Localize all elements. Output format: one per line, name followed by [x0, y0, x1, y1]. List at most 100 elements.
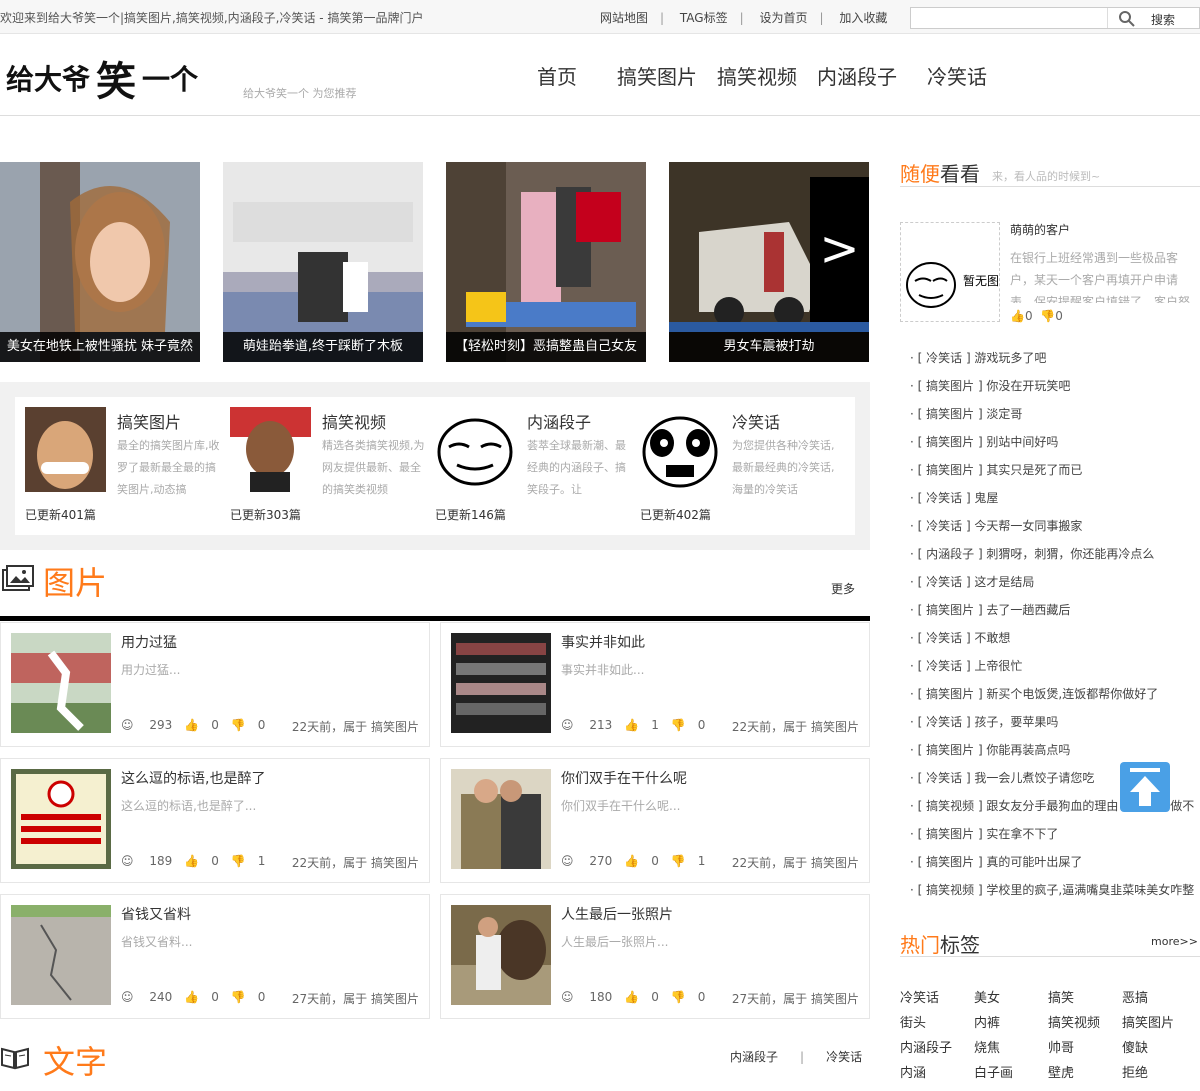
tag[interactable]: 拒绝	[1122, 1062, 1148, 1081]
list-item[interactable]: · [ 冷笑话 ] 不敢想	[910, 629, 1200, 657]
like-count: 0	[211, 990, 219, 1004]
search-button[interactable]: 搜索	[1151, 11, 1175, 28]
item-thumbnail	[451, 905, 551, 1005]
tag[interactable]: 内涵段子	[900, 1037, 952, 1056]
like-icon[interactable]: 👍	[624, 990, 639, 1004]
picture-more-link[interactable]: 更多	[831, 580, 855, 597]
list-item[interactable]: · [ 内涵段子 ] 刺猬呀，刺猬，你还能再冷点么	[910, 545, 1200, 573]
text-link-jokes[interactable]: 内涵段子	[730, 1050, 778, 1064]
like-icon[interactable]: 👍	[1010, 309, 1025, 323]
list-item[interactable]: · [ 搞笑图片 ] 淡定哥	[910, 405, 1200, 433]
tag[interactable]: 烧焦	[974, 1037, 1000, 1056]
nav-jokes[interactable]: 内涵段子	[817, 65, 897, 89]
like-icon[interactable]: 👍	[624, 854, 639, 868]
search-input[interactable]	[911, 8, 1108, 28]
slide-caption: 【轻松时刻】恶搞整蛊自己女友	[446, 332, 646, 362]
list-item[interactable]: · [ 冷笑话 ] 上帝很忙	[910, 657, 1200, 685]
eye-icon: ☺	[121, 854, 134, 868]
tag[interactable]: 壁虎	[1048, 1062, 1074, 1081]
list-item[interactable]: · [ 搞笑图片 ] 你没在开玩笑吧	[910, 377, 1200, 405]
category-funny-videos[interactable]: 搞笑视频 精选各类搞笑视频,为网友提供最新、最全的搞笑类视频 已更新303篇	[220, 407, 425, 527]
dislike-icon[interactable]: 👎	[671, 990, 686, 1004]
list-item[interactable]: · [ 冷笑话 ] 游戏玩多了吧	[910, 349, 1200, 377]
site-map-link[interactable]: 网站地图	[600, 11, 648, 25]
tag[interactable]: 搞笑视频	[1048, 1012, 1100, 1031]
item-title[interactable]: 人生最后一张照片	[561, 904, 673, 924]
item-title[interactable]: 这么逗的标语,也是醉了	[121, 768, 265, 788]
featured-title[interactable]: 萌萌的客户	[1010, 221, 1070, 238]
category-jokes[interactable]: 内涵段子 荟萃全球最新潮、最经典的内涵段子、搞笑段子。让 已更新146篇	[425, 407, 630, 527]
list-item[interactable]: · [ 冷笑话 ] 这才是结局	[910, 573, 1200, 601]
pic-item-5[interactable]: 省钱又省料 省钱又省料... ☺ 240 👍 0 👎 0 27天前，属于 搞笑图片	[0, 894, 430, 1019]
pic-item-3[interactable]: 这么逗的标语,也是醉了 这么逗的标语,也是醉了... ☺ 189 👍 0 👎 1 22天…	[0, 758, 430, 883]
category-cold-jokes[interactable]: 冷笑话 为您提供各种冷笑话,最新最经典的冷笑话,海量的冷笑话 已更新402篇	[630, 407, 835, 527]
dislike-icon[interactable]: 👎	[671, 854, 686, 868]
nav-funny-pics[interactable]: 搞笑图片	[617, 65, 697, 89]
list-item[interactable]: · [ 搞笑图片 ] 真的可能叶出屎了	[910, 853, 1200, 881]
search-icon[interactable]	[1117, 9, 1137, 29]
tags-more-link[interactable]: more>>	[1151, 935, 1198, 948]
pic-item-1[interactable]: 用力过猛 用力过猛... ☺ 293 👍 0 👎 0 22天前，属于 搞笑图片	[0, 622, 430, 747]
dislike-icon[interactable]: 👎	[231, 990, 246, 1004]
list-item[interactable]: · [ 搞笑图片 ] 去了一趟西藏后	[910, 601, 1200, 629]
category-count: 已更新401篇	[25, 508, 96, 522]
list-item[interactable]: · [ 搞笑图片 ] 其实只是死了而已	[910, 461, 1200, 489]
dislike-icon[interactable]: 👎	[231, 854, 246, 868]
item-title[interactable]: 你们双手在干什么呢	[561, 768, 687, 788]
pic-item-2[interactable]: 事实并非如此 事实并非如此... ☺ 213 👍 1 👎 0 22天前，属于 搞笑图片	[440, 622, 870, 747]
item-desc: 人生最后一张照片...	[561, 935, 669, 949]
category-funny-pics[interactable]: 搞笑图片 最全的搞笑图片库,收罗了最新最全最的搞笑图片,动态搞 已更新401篇	[15, 407, 220, 527]
pic-item-4[interactable]: 你们双手在干什么呢 你们双手在干什么呢... ☺ 270 👍 0 👎 1 22天前，属于…	[440, 758, 870, 883]
pic-item-6[interactable]: 人生最后一张照片 人生最后一张照片... ☺ 180 👍 0 👎 0 27天前，属于 搞…	[440, 894, 870, 1019]
tag[interactable]: 搞笑图片	[1122, 1012, 1174, 1031]
tag[interactable]: 美女	[974, 987, 1000, 1006]
tag-link[interactable]: TAG标签	[680, 11, 728, 25]
like-icon[interactable]: 👍	[624, 718, 639, 732]
tag[interactable]: 搞笑	[1048, 987, 1074, 1006]
tag[interactable]: 白子画	[974, 1062, 1013, 1081]
item-title[interactable]: 省钱又省料	[121, 904, 191, 924]
slide-2[interactable]: 萌娃跆拳道,终于踩断了木板	[223, 162, 423, 362]
like-icon[interactable]: 👍	[184, 718, 199, 732]
list-item[interactable]: · [ 搞笑视频 ] 学校里的疯子,逼满嘴臭韭菜味美女咋整	[910, 881, 1200, 909]
tag[interactable]: 帅哥	[1048, 1037, 1074, 1056]
item-desc: 用力过猛...	[121, 663, 181, 677]
nav-funny-videos[interactable]: 搞笑视频	[717, 65, 797, 89]
nav-home[interactable]: 首页	[537, 65, 577, 89]
slide-1[interactable]: 美女在地铁上被性骚扰 妹子竟然	[0, 162, 200, 362]
text-link-cold-jokes[interactable]: 冷笑话	[826, 1050, 862, 1064]
set-homepage-link[interactable]: 设为首页	[759, 11, 807, 25]
list-item[interactable]: · [ 冷笑话 ] 鬼屋	[910, 489, 1200, 517]
slide-3[interactable]: 【轻松时刻】恶搞整蛊自己女友	[446, 162, 646, 362]
tag[interactable]: 街头	[900, 1012, 926, 1031]
view-count: 293	[149, 718, 173, 732]
tag[interactable]: 恶搞	[1122, 987, 1148, 1006]
site-logo[interactable]: 给大爷 笑 一个	[4, 51, 224, 107]
tag[interactable]: 内裤	[974, 1012, 1000, 1031]
item-title[interactable]: 事实并非如此	[561, 632, 645, 652]
nav-cold-jokes[interactable]: 冷笑话	[927, 65, 987, 89]
list-item[interactable]: · [ 冷笑话 ] 今天帮一女同事搬家	[910, 517, 1200, 545]
no-image-text: 暂无图片	[963, 274, 999, 288]
tag[interactable]: 冷笑话	[900, 987, 939, 1006]
featured-image[interactable]: 暂无图片	[900, 222, 1011, 322]
add-favorite-link[interactable]: 加入收藏	[839, 11, 887, 25]
like-icon[interactable]: 👍	[184, 990, 199, 1004]
view-count: 270	[589, 854, 613, 868]
tag[interactable]: 内涵	[900, 1062, 926, 1081]
tag[interactable]: 傻缺	[1122, 1037, 1148, 1056]
dislike-icon[interactable]: 👎	[671, 718, 686, 732]
item-title[interactable]: 用力过猛	[121, 632, 177, 652]
dislike-icon[interactable]: 👎	[231, 718, 246, 732]
like-icon[interactable]: 👍	[184, 854, 199, 868]
list-item[interactable]: · [ 冷笑话 ] 孩子，要苹果吗	[910, 713, 1200, 741]
category-title: 搞笑视频	[322, 413, 387, 432]
like-count: 0	[1024, 309, 1033, 323]
list-item[interactable]: · [ 搞笑图片 ] 新买个电饭煲,连饭都帮你做好了	[910, 685, 1200, 713]
slider-next-arrow[interactable]: >	[810, 177, 869, 322]
dislike-icon[interactable]: 👎	[1040, 309, 1055, 323]
back-to-top-button[interactable]	[1120, 762, 1170, 812]
list-item[interactable]: · [ 搞笑图片 ] 实在拿不下了	[910, 825, 1200, 853]
category-desc: 荟萃全球最新潮、最经典的内涵段子、搞笑段子。让	[527, 439, 626, 496]
list-item[interactable]: · [ 搞笑图片 ] 别站中间好吗	[910, 433, 1200, 461]
